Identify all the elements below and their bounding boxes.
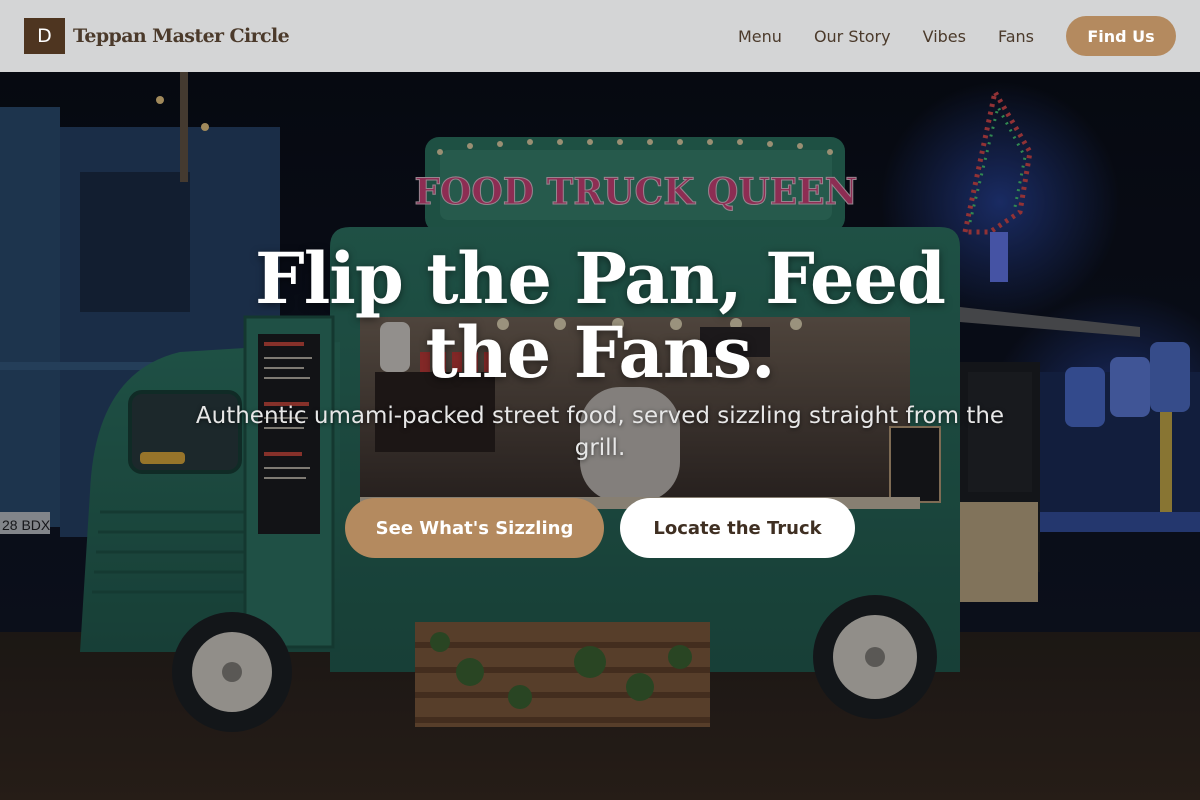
nav-link-our-story[interactable]: Our Story [814, 27, 891, 46]
hero-content: Flip the Pan, Feed the Fans. Authentic u… [0, 72, 1200, 800]
top-navbar: D Teppan Master Circle Menu Our Story Vi… [0, 0, 1200, 72]
locate-truck-button[interactable]: Locate the Truck [620, 498, 855, 558]
nav-link-vibes[interactable]: Vibes [923, 27, 966, 46]
hero-section: 28 BDX FOOD TRUCK QUEEN Flip the Pan, Fe… [0, 72, 1200, 800]
hero-subtitle: Authentic umami-packed street food, serv… [195, 403, 1005, 461]
hero-title: Flip the Pan, Feed the Fans. [255, 237, 946, 394]
nav-links: Menu Our Story Vibes Fans Find Us [738, 16, 1176, 56]
brand-name[interactable]: Teppan Master Circle [73, 25, 290, 47]
nav-link-fans[interactable]: Fans [998, 27, 1034, 46]
nav-link-menu[interactable]: Menu [738, 27, 782, 46]
logo-mark[interactable]: D [24, 18, 65, 54]
see-whats-sizzling-button[interactable]: See What's Sizzling [345, 498, 604, 558]
find-us-button[interactable]: Find Us [1066, 16, 1176, 56]
